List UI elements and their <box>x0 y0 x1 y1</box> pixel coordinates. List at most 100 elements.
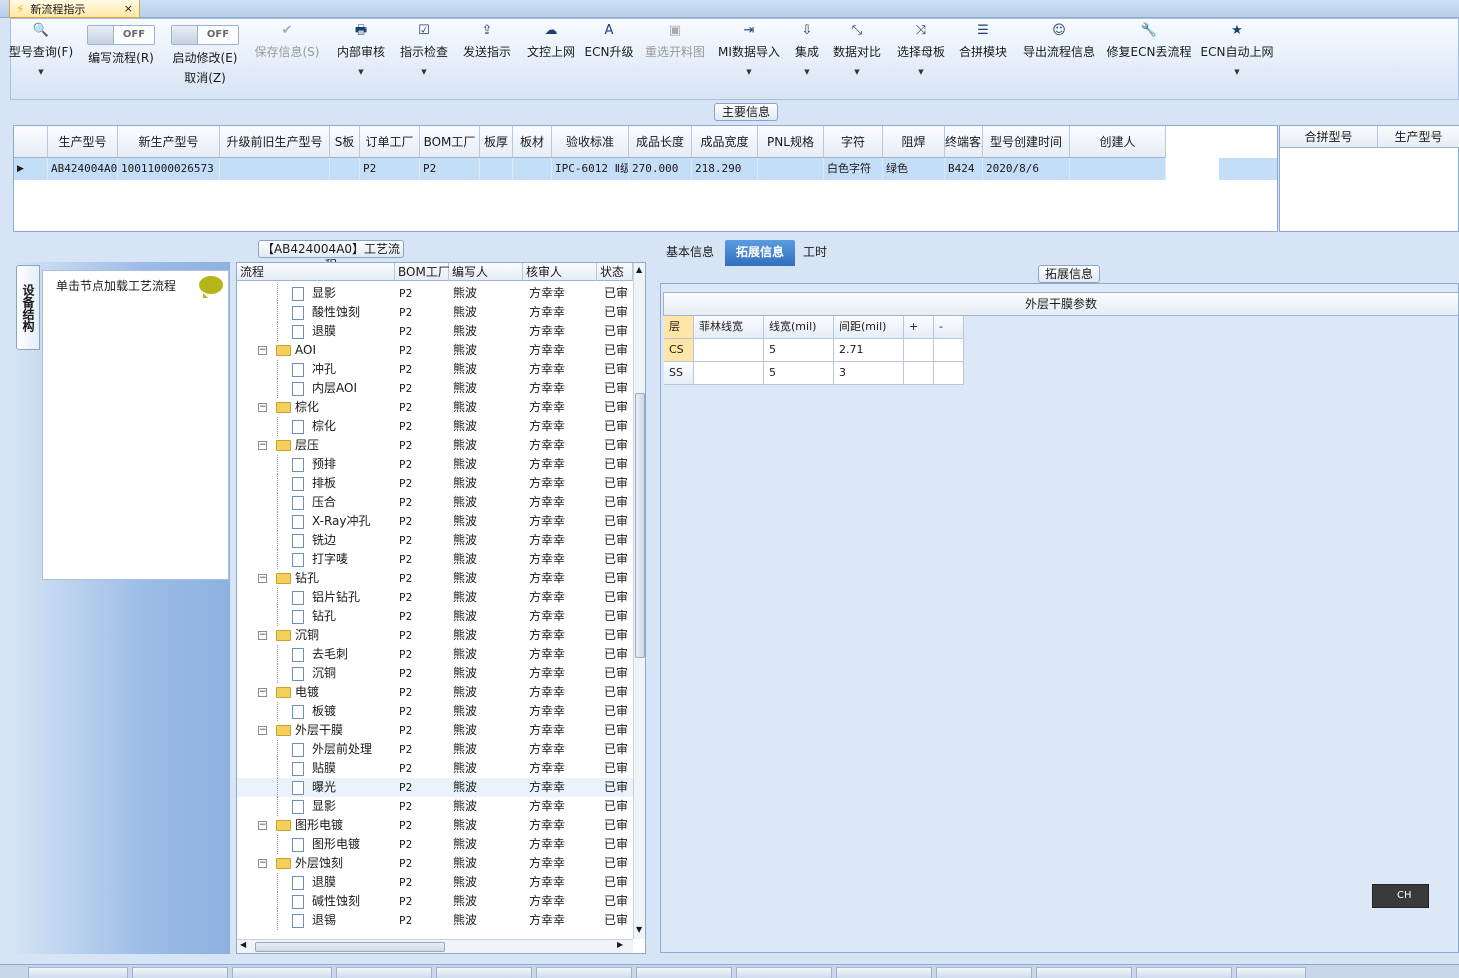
table-cell[interactable]: 270.000 <box>629 158 692 180</box>
tree-row[interactable]: 图形电镀 P2 熊波 方幸幸 已审 <box>237 835 633 854</box>
tree-row[interactable]: − 棕化 P2 熊波 方幸幸 已审 <box>237 398 633 417</box>
taskbar-button[interactable] <box>636 967 732 978</box>
scroll-down-icon[interactable]: ▼ <box>636 925 642 934</box>
tree-row[interactable]: 板镀 P2 熊波 方幸幸 已审 <box>237 702 633 721</box>
toggle-switch[interactable]: OFF <box>87 25 155 45</box>
grid-cell[interactable] <box>694 339 764 362</box>
grid-cell[interactable]: 3 <box>834 362 904 385</box>
tree-row[interactable]: 退锡 P2 熊波 方幸幸 已审 <box>237 911 633 930</box>
taskbar-button[interactable] <box>536 967 632 978</box>
tree-row[interactable]: 碱性蚀刻 P2 熊波 方幸幸 已审 <box>237 892 633 911</box>
tree-row[interactable]: 外层前处理 P2 熊波 方幸幸 已审 <box>237 740 633 759</box>
grid-cell[interactable]: 2.71 <box>834 339 904 362</box>
ribbon-button-3[interactable]: ✔ 保存信息(S) <box>245 19 329 101</box>
table-cell[interactable]: 2020/8/6 <box>983 158 1070 180</box>
tree-row[interactable]: 显影 P2 熊波 方幸幸 已审 <box>237 284 633 303</box>
column-header[interactable]: 字符 <box>824 126 883 158</box>
tab-0[interactable]: 基本信息 <box>657 240 723 266</box>
table-cell[interactable]: 218.290 <box>692 158 758 180</box>
ribbon-button-16[interactable]: 🔧 修复ECN丢流程 <box>1107 19 1192 101</box>
chevron-down-icon[interactable]: ▼ <box>804 68 809 76</box>
tree-row[interactable]: − 外层干膜 P2 熊波 方幸幸 已审 <box>237 721 633 740</box>
expand-toggle-icon[interactable]: − <box>258 631 267 640</box>
tree-row[interactable]: − 图形电镀 P2 熊波 方幸幸 已审 <box>237 816 633 835</box>
tree-row[interactable]: X-Ray冲孔 P2 熊波 方幸幸 已审 <box>237 512 633 531</box>
tree-row[interactable]: − 层压 P2 熊波 方幸幸 已审 <box>237 436 633 455</box>
column-header[interactable]: 板材 <box>513 126 552 158</box>
grid-column-header[interactable]: 菲林线宽 <box>694 316 764 339</box>
table-cell[interactable] <box>480 158 513 180</box>
table-cell[interactable] <box>513 158 552 180</box>
grid-cell[interactable] <box>904 362 934 385</box>
ribbon-button-1[interactable]: OFF 编写流程(R) <box>75 19 167 101</box>
node-list-panel[interactable] <box>42 270 229 580</box>
grid-cell[interactable]: CS <box>664 339 694 362</box>
tree-row[interactable]: − 电镀 P2 熊波 方幸幸 已审 <box>237 683 633 702</box>
taskbar-button[interactable] <box>132 967 228 978</box>
tree-row[interactable]: 压合 P2 熊波 方幸幸 已审 <box>237 493 633 512</box>
column-header[interactable]: 板厚 <box>480 126 513 158</box>
grid-column-header[interactable]: - <box>934 316 964 339</box>
tree-column-header[interactable]: 状态 <box>597 263 633 281</box>
tree-column-header[interactable]: 核审人 <box>523 263 597 281</box>
chevron-down-icon[interactable]: ▼ <box>918 68 923 76</box>
chevron-down-icon[interactable]: ▼ <box>38 68 43 76</box>
table-cell[interactable]: IPC-6012 Ⅱ级 <box>552 158 629 180</box>
tree-row[interactable]: − 钻孔 P2 熊波 方幸幸 已审 <box>237 569 633 588</box>
grid-cell[interactable]: SS <box>664 362 694 385</box>
tree-column-header[interactable]: 编写人 <box>449 263 523 281</box>
scroll-left-icon[interactable]: ◀ <box>240 940 246 949</box>
tab-2[interactable]: 工时 <box>797 240 833 266</box>
taskbar-button[interactable] <box>736 967 832 978</box>
close-icon[interactable]: × <box>124 2 133 15</box>
column-header[interactable]: 阻焊 <box>883 126 945 158</box>
expand-toggle-icon[interactable]: − <box>258 726 267 735</box>
tree-row[interactable]: 沉铜 P2 熊波 方幸幸 已审 <box>237 664 633 683</box>
grid-cell[interactable] <box>934 339 964 362</box>
taskbar-button[interactable] <box>1036 967 1132 978</box>
scroll-up-icon[interactable]: ▲ <box>636 265 642 274</box>
tree-row[interactable]: 打字唛 P2 熊波 方幸幸 已审 <box>237 550 633 569</box>
tree-column-header[interactable]: 流程 <box>237 263 395 281</box>
column-header[interactable]: 订单工厂 <box>360 126 420 158</box>
taskbar-button[interactable] <box>336 967 432 978</box>
tree-column-header[interactable]: BOM工厂 <box>395 263 450 281</box>
grid-cell[interactable]: 5 <box>764 339 834 362</box>
scroll-right-icon[interactable]: ▶ <box>617 940 623 949</box>
ribbon-button-2[interactable]: OFF 启动修改(E) 取消(Z) <box>159 19 251 101</box>
tree-row[interactable]: 贴膜 P2 熊波 方幸幸 已审 <box>237 759 633 778</box>
ribbon-button-17[interactable]: ★ ECN自动上网 ▼ <box>1195 19 1279 101</box>
expand-toggle-icon[interactable]: − <box>258 346 267 355</box>
table-cell[interactable]: P2 <box>420 158 480 180</box>
column-header[interactable]: 终端客户代码 <box>945 126 983 158</box>
column-header[interactable]: BOM工厂 <box>420 126 480 158</box>
table-cell[interactable] <box>1070 158 1166 180</box>
grid-column-header[interactable]: 间距(mil) <box>834 316 904 339</box>
tree-hscroll-thumb[interactable] <box>255 942 445 952</box>
tree-row[interactable]: 铝片钻孔 P2 熊波 方幸幸 已审 <box>237 588 633 607</box>
expand-toggle-icon[interactable]: − <box>258 821 267 830</box>
table-cell[interactable]: P2 <box>360 158 420 180</box>
column-header[interactable]: 创建人 <box>1070 126 1166 158</box>
grid-cell[interactable]: 5 <box>764 362 834 385</box>
tree-row[interactable]: 铣边 P2 熊波 方幸幸 已审 <box>237 531 633 550</box>
taskbar-button[interactable] <box>936 967 1032 978</box>
ribbon-button-9[interactable]: ▣ 重选开料图 <box>633 19 717 101</box>
tree-row[interactable]: 曝光 P2 熊波 方幸幸 已审 <box>237 778 633 797</box>
table-cell[interactable]: AB424004A0 <box>48 158 118 180</box>
column-header[interactable]: 成品宽度 <box>692 126 758 158</box>
grid-cell[interactable] <box>694 362 764 385</box>
tab-1[interactable]: 拓展信息 <box>725 240 795 266</box>
chevron-down-icon[interactable]: ▼ <box>1234 68 1239 76</box>
ribbon-button-15[interactable]: ☺ 导出流程信息 <box>1017 19 1101 101</box>
tree-row[interactable]: − 外层蚀刻 P2 熊波 方幸幸 已审 <box>237 854 633 873</box>
chevron-down-icon[interactable]: ▼ <box>746 68 751 76</box>
grid-cell[interactable] <box>904 339 934 362</box>
column-header[interactable]: S板 <box>330 126 360 158</box>
table-cell[interactable]: 绿色 <box>883 158 945 180</box>
tree-row[interactable]: 钻孔 P2 熊波 方幸幸 已审 <box>237 607 633 626</box>
chevron-down-icon[interactable]: ▼ <box>421 68 426 76</box>
chevron-down-icon[interactable]: ▼ <box>854 68 859 76</box>
process-tree[interactable]: 流程 BOM工厂 编写人 核审人 状态 显影 P2 熊波 方幸幸 已审 酸性蚀刻 P2 熊波 方幸幸 已审… <box>236 262 646 954</box>
document-tab[interactable]: ⚡ 新流程指示 × <box>9 0 140 18</box>
